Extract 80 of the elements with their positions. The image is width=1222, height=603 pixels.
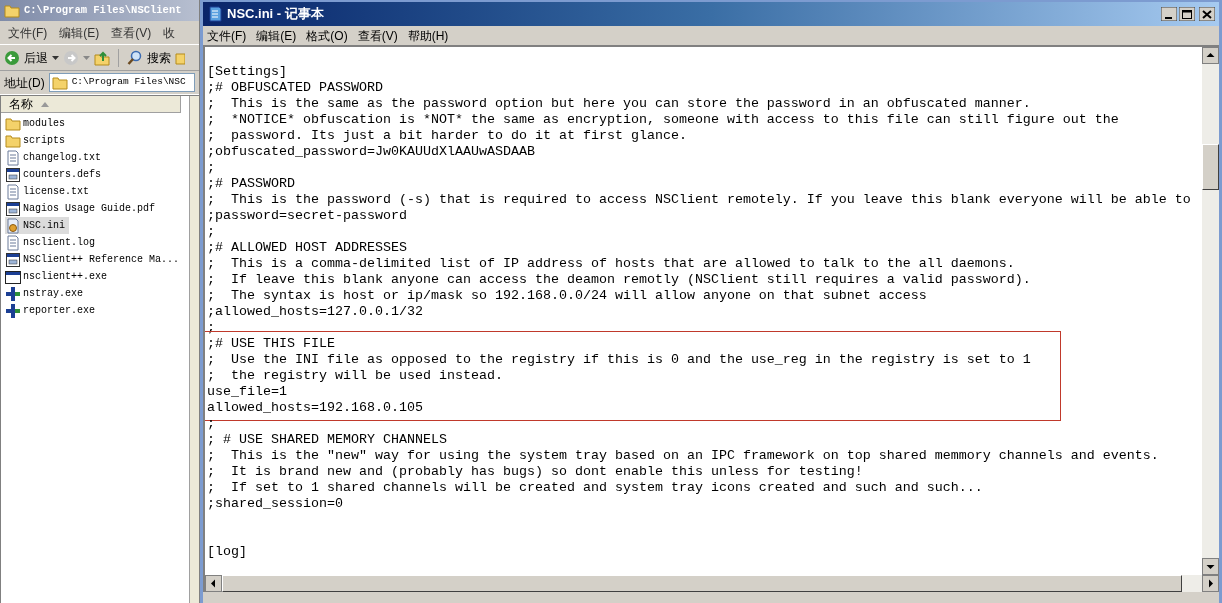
text-line: ; It is brand new and (probably has bugs) so dont enable this unless for testing! (207, 464, 863, 480)
menu-item[interactable]: 查看(V) (357, 26, 398, 45)
folder-icon (51, 74, 68, 91)
file-item[interactable]: Nagios Usage Guide.pdf (5, 200, 160, 217)
cross-icon (5, 285, 21, 302)
menu-item[interactable]: 编辑(E) (59, 23, 100, 42)
address-label: 地址(D) (4, 74, 45, 92)
text-line: ; This is the password (-s) that is required to access NSClient remotely. If you leave this blank everyone will be able to (207, 192, 1191, 208)
text-line: ; This is the same as the password option but here you can store the password in an obfuscated manner. (207, 96, 1031, 112)
file-item[interactable]: scripts (5, 132, 69, 149)
text-line: ;shared_session=0 (207, 496, 343, 512)
text-line: ; If leave this blank anyone can access the deamon remotly (NSClient still requires a valid password). (207, 272, 1031, 288)
menu-item[interactable]: 查看(V) (111, 23, 152, 42)
back-button[interactable]: 后退 (4, 48, 48, 67)
menu-item[interactable]: 收 (163, 23, 176, 42)
address-field[interactable]: C:\Program Files\NSC (48, 73, 195, 92)
maximize-button[interactable] (1179, 7, 1195, 21)
up-folder-icon[interactable] (94, 49, 110, 66)
application-icon (5, 251, 21, 268)
file-item[interactable]: nsclient++.exe (5, 268, 111, 285)
file-item[interactable]: nsclient.log (5, 234, 99, 251)
file-item[interactable]: NSClient++ Reference Ma... (5, 251, 184, 268)
text-line: ; The syntax is host or ip/mask so 192.168.0.0/24 will allow anyone on that subnet access (207, 288, 927, 304)
file-item[interactable]: NSC.ini (5, 217, 69, 234)
application-icon (5, 166, 21, 183)
file-item[interactable]: license.txt (5, 183, 93, 200)
menu-item[interactable]: 文件(F) (8, 23, 48, 42)
text-line: allowed_hosts=192.168.0.105 (207, 400, 423, 416)
text-line: ; This is a comma-delimited list of IP address of hosts that are allowed to talk to the all daemons. (207, 256, 1015, 272)
gear-document-icon (5, 217, 21, 234)
sort-arrow-icon (41, 101, 49, 107)
folder-icon (5, 132, 21, 149)
window-title: C:\Program Files\NSClient (24, 2, 182, 18)
cross-icon (5, 302, 21, 319)
text-line: [Settings] (207, 64, 287, 80)
document-icon (5, 149, 21, 166)
folder-icon (4, 2, 20, 19)
text-line: ; # USE SHARED MEMORY CHANNELS (207, 432, 447, 448)
text-line: ; *NOTICE* obfuscation is *NOT* the same as encryption, someone with access to this file can still figure out the (207, 112, 1119, 128)
text-line: ; password. Its just a bit harder to do it at first glance. (207, 128, 687, 144)
file-item[interactable]: counters.defs (5, 166, 105, 183)
text-line: ;# OBFUSCATED PASSWORD (207, 80, 383, 96)
menu-item[interactable]: 帮助(H) (407, 26, 449, 45)
text-line: ; (207, 416, 215, 432)
dropdown-icon[interactable] (52, 55, 59, 60)
text-line: ; Use the INI file as opposed to the registry if this is 0 and the use_reg in the registry is set to 1 (207, 352, 1031, 368)
text-line: ; (207, 160, 215, 176)
vertical-scrollbar[interactable] (1202, 47, 1219, 575)
file-item[interactable]: changelog.txt (5, 149, 105, 166)
search-button[interactable]: 搜索 (127, 48, 171, 67)
menu-item[interactable]: 编辑(E) (256, 26, 297, 45)
text-line: ; the registry will be used instead. (207, 368, 503, 384)
application-icon (5, 200, 21, 217)
text-line: ; If set to 1 shared channels will be created and system tray icons created and such and such... (207, 480, 983, 496)
close-button[interactable] (1199, 7, 1215, 21)
text-line: ; (207, 224, 215, 240)
text-line: ;password=secret-password (207, 208, 407, 224)
text-line: ;# PASSWORD (207, 176, 295, 192)
document-icon (5, 234, 21, 251)
document-icon (5, 183, 21, 200)
window-title: NSC.ini - 记事本 (227, 5, 325, 24)
minimize-button[interactable] (1161, 7, 1177, 21)
window-icon (5, 268, 21, 285)
text-line: ; This is the "new" way for using the system tray based on an IPC framework on top shared memmory channels and events. (207, 448, 1159, 464)
text-line: use_file=1 (207, 384, 287, 400)
file-item[interactable]: reporter.exe (5, 302, 99, 319)
scroll-thumb[interactable] (1202, 144, 1219, 190)
menu-item[interactable]: 格式(O) (306, 26, 348, 45)
text-line: ;obfuscated_password=Jw0KAUUdXlAAUwASDAAB (207, 144, 535, 160)
text-line: ;allowed_hosts=127.0.0.1/32 (207, 304, 423, 320)
menu-item[interactable]: 文件(F) (207, 26, 247, 45)
search-icon (127, 49, 143, 66)
notepad-icon (207, 6, 223, 22)
folder-icon (5, 115, 21, 132)
text-line: ;# ALLOWED HOST ADDRESSES (207, 240, 407, 256)
text-line: [log] (207, 544, 247, 560)
text-line: ;# USE THIS FILE (207, 336, 335, 352)
column-header[interactable]: 名称 (1, 96, 181, 113)
file-item[interactable]: modules (5, 115, 69, 132)
file-item[interactable]: nstray.exe (5, 285, 87, 302)
